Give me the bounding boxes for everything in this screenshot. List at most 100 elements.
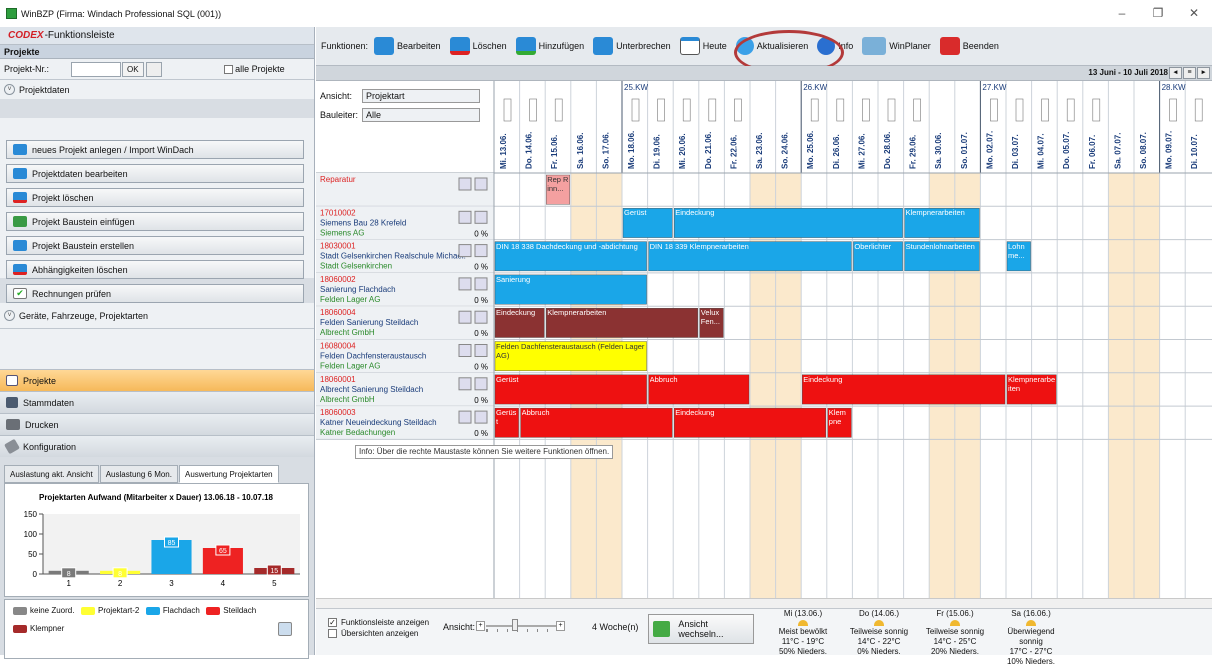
switch-view-button[interactable]: Ansicht wechseln... [648, 614, 754, 644]
nav-stammdaten[interactable]: Stammdaten [0, 391, 314, 413]
capacity-gauge [862, 98, 870, 122]
winplaner-icon [862, 37, 887, 55]
x-tick-label: 1 [66, 579, 71, 588]
y-tick-label: 0 [33, 570, 38, 579]
tb-label: Bearbeiten [397, 41, 441, 51]
nav-projekte[interactable]: Projekte [0, 369, 314, 391]
legend-swatch [13, 624, 27, 633]
panel-header-title: -Funktionsleiste [44, 30, 115, 41]
ansicht-select[interactable]: Projektart [362, 89, 480, 103]
delete-button[interactable]: Löschen [449, 37, 507, 55]
capacity-gauge [990, 98, 998, 122]
bauleiter-select[interactable]: Alle [362, 108, 480, 122]
task-bar-label-wrap: DIN 18 339 Klempnerarbeiten [650, 242, 749, 251]
bar-value-label: 8 [67, 571, 71, 578]
task-bar-label-wrap: Lohn me... [1008, 242, 1025, 260]
legend-swatch [13, 606, 27, 615]
minimize-button[interactable]: – [1104, 0, 1140, 27]
tab-auswertung-projektarten[interactable]: Auswertung Projektarten [178, 465, 279, 483]
next-icon[interactable]: ▸ [1197, 67, 1210, 79]
bar-value-label: 15 [270, 568, 278, 575]
menu-icon[interactable]: ≡ [1183, 67, 1196, 79]
add-button[interactable]: Hinzufügen [515, 37, 584, 55]
prev-icon[interactable]: ◂ [1169, 67, 1182, 79]
refresh-chart-icon[interactable] [278, 621, 293, 636]
insert-block-button[interactable]: Projekt Baustein einfügen [6, 212, 304, 231]
project-delete-icon [474, 310, 488, 324]
capacity-gauge [1066, 98, 1075, 122]
day-label: Sa. 07.07. [1113, 133, 1122, 169]
exit-button[interactable]: Beenden [939, 37, 999, 55]
project-picker-button[interactable] [145, 61, 162, 77]
winplaner-button[interactable]: WinPlaner [862, 37, 931, 55]
ok-button[interactable]: OK [122, 61, 144, 77]
app-icon [6, 8, 17, 19]
action-label: Abhängigkeiten löschen [32, 264, 128, 275]
horizontal-scrollbar[interactable] [316, 598, 1212, 608]
chart-svg: Projektarten Aufwand (Mitarbeiter x Daue… [24, 493, 300, 588]
action-label: Projekt Baustein erstellen [32, 240, 135, 251]
capacity-gauge [554, 98, 563, 122]
create-block-button[interactable]: Projekt Baustein erstellen [6, 236, 304, 255]
bauleiter-value: Alle [366, 110, 382, 120]
project-percent: 0 % [474, 263, 488, 272]
capacity-gauge [503, 98, 512, 122]
info-tooltip: Info: Über die rechte Maustaste können S… [355, 445, 614, 459]
weather-day-label: Fr (15.06.) [936, 609, 974, 618]
project-edit-icon [458, 310, 472, 324]
all-projects-label: alle Projekte [235, 63, 285, 74]
tab-auslastung-6mon[interactable]: Auslastung 6 Mon. [99, 465, 178, 483]
today-button[interactable]: Heute [679, 37, 727, 55]
collapse-icon[interactable]: ˅ [4, 84, 15, 95]
tb-label: Unterbrechen [616, 41, 671, 51]
checkbox-unchecked[interactable] [328, 629, 337, 638]
project-edit-icon [458, 377, 472, 391]
legend-label: keine Zuord. [30, 606, 75, 615]
show-overviews-checkbox[interactable]: Übersichten anzeigen [328, 629, 429, 638]
maximize-button[interactable]: ❐ [1140, 0, 1176, 27]
ansicht-filter: Ansicht: Projektart [320, 89, 480, 103]
edit-button[interactable]: Bearbeiten [374, 37, 441, 55]
show-functionbar-checkbox[interactable]: ✓ Funktionsleiste anzeigen [328, 618, 429, 627]
action-label: neues Projekt anlegen / Import WinDach [32, 144, 194, 155]
project-name: Felden Sanierung Steildach [320, 318, 418, 327]
delete-dependencies-button[interactable]: Abhängigkeiten löschen [6, 260, 304, 279]
day-label: Do. 28.06. [883, 132, 892, 169]
geraete-header[interactable]: ˅ Geräte, Fahrzeuge, Projektarten [0, 303, 314, 329]
collapse-icon[interactable]: ˅ [4, 310, 15, 321]
day-label: Fr. 06.07. [1088, 135, 1097, 169]
gantt-grid: Mi. 13.06. Do. 14.06. Fr. 15.06. Sa. 16.06.… [316, 81, 1212, 598]
new-project-button[interactable]: neues Projekt anlegen / Import WinDach [6, 140, 304, 159]
check-invoices-button[interactable]: ✔ Rechnungen prüfen [6, 284, 304, 303]
delete-project-button[interactable]: Projekt löschen [6, 188, 304, 207]
task-bar-label: Eindeckung [675, 408, 715, 418]
weekend-column [1108, 173, 1134, 598]
add-icon [515, 37, 536, 55]
checkbox-checked[interactable]: ✓ [328, 618, 337, 627]
printer-icon [6, 419, 20, 430]
edit-project-button[interactable]: Projektdaten bearbeiten [6, 164, 304, 183]
project-client: Felden Lager AG [320, 362, 380, 371]
all-projects-checkbox-wrap[interactable]: alle Projekte [223, 63, 285, 75]
legend-swatch [206, 606, 221, 615]
project-percent: 0 % [474, 363, 488, 372]
task-bar-label: Klem pne [828, 408, 846, 427]
interrupt-button[interactable]: Unterbrechen [593, 37, 671, 55]
legend-item: Projektart-2 [80, 606, 139, 615]
nav-drucken[interactable]: Drucken [0, 413, 314, 435]
day-label: Di. 03.07. [1011, 134, 1020, 169]
tab-auslastung-ansicht[interactable]: Auslastung akt. Ansicht [4, 465, 99, 483]
delete-project-icon [13, 192, 27, 203]
zoom-slider[interactable]: + + [476, 619, 566, 633]
all-projects-checkbox[interactable] [223, 65, 233, 75]
projects-icon [6, 375, 18, 386]
close-button[interactable]: ✕ [1176, 0, 1212, 27]
projektdaten-header[interactable]: ˅ Projektdaten [0, 80, 314, 99]
project-name: Felden Dachfensteraustausch [320, 352, 426, 361]
sun-icon [874, 620, 884, 626]
project-number-input[interactable] [71, 61, 122, 77]
nav-konfiguration[interactable]: Konfiguration [0, 435, 314, 457]
x-tick-label: 4 [221, 579, 226, 588]
project-delete-icon [474, 277, 488, 291]
ansicht-value: Projektart [366, 91, 405, 101]
